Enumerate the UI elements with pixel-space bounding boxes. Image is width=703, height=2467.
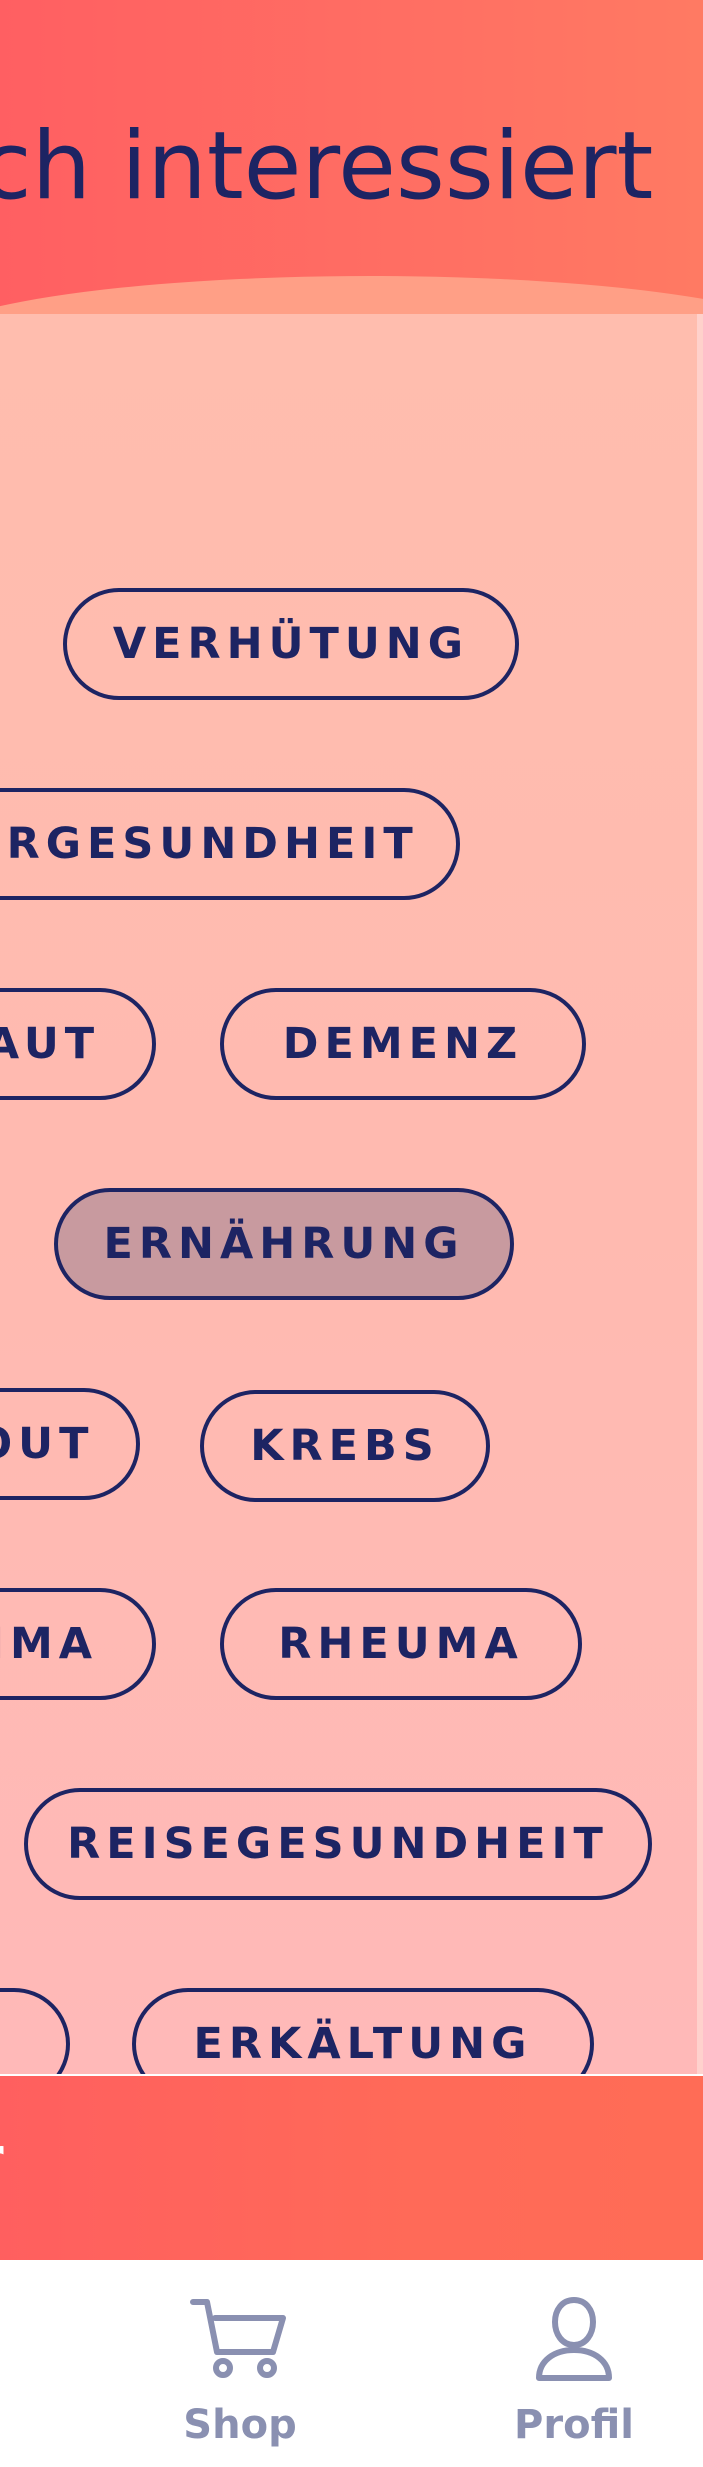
topic-chip-rheuma[interactable]: RHEUMA bbox=[220, 1588, 582, 1700]
nav-item-profil[interactable]: Profil bbox=[464, 2260, 684, 2467]
topic-chip-out[interactable]: OUT bbox=[0, 1388, 140, 1500]
topics-section: VERHÜTUNG ERGESUNDHEIT AUT DEMENZ ERNÄHR… bbox=[0, 314, 703, 2074]
nav-item-shop[interactable]: Shop bbox=[130, 2260, 350, 2467]
topic-chip-erkaeltung[interactable]: ERKÄLTUNG bbox=[132, 1988, 594, 2074]
bottom-nav: Shop Profil bbox=[0, 2260, 703, 2467]
topic-chip-reisegesundheit[interactable]: REISEGESUNDHEIT bbox=[24, 1788, 652, 1900]
topic-chip-ergesundheit[interactable]: ERGESUNDHEIT bbox=[0, 788, 460, 900]
nav-label-profil: Profil bbox=[514, 2402, 634, 2448]
topic-chip-haut[interactable]: AUT bbox=[0, 988, 156, 1100]
nav-label-shop: Shop bbox=[183, 2402, 297, 2448]
topic-chip-krebs[interactable]: KREBS bbox=[200, 1390, 490, 1502]
user-profile-icon bbox=[536, 2297, 612, 2381]
topic-chip-ernaehrung[interactable]: ERNÄHRUNG bbox=[54, 1188, 514, 1300]
cta-label: r bbox=[0, 2128, 4, 2188]
topic-chip-ima[interactable]: IMA bbox=[0, 1588, 156, 1700]
page-title: ch interessiert bbox=[0, 112, 654, 221]
topic-chip-demenz[interactable]: DEMENZ bbox=[220, 988, 586, 1100]
right-edge-highlight bbox=[697, 314, 703, 2074]
header: ch interessiert bbox=[0, 0, 703, 360]
cta-button[interactable]: r bbox=[0, 2076, 703, 2260]
topic-chip-partial[interactable] bbox=[0, 1988, 70, 2074]
shopping-cart-icon bbox=[190, 2299, 286, 2378]
topic-chip-verhuetung[interactable]: VERHÜTUNG bbox=[63, 588, 519, 700]
